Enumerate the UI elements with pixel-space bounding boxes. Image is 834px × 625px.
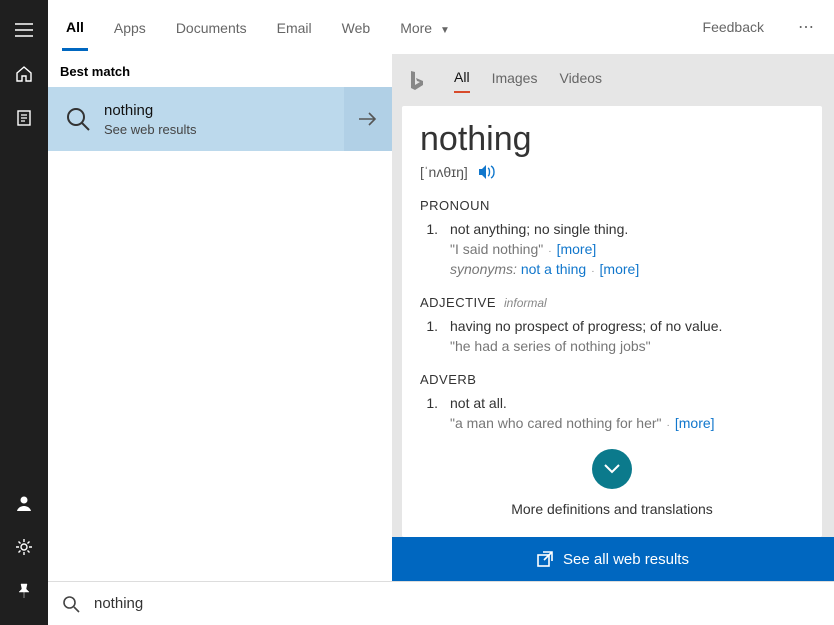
more-link[interactable]: [more] [557,241,597,257]
chevron-down-icon: ▼ [440,25,450,36]
bing-logo-icon [408,70,426,92]
feedback-link[interactable]: Feedback [703,19,770,35]
example-text: "a man who cared nothing for her" [450,415,662,431]
dictionary-word: nothing [420,120,804,159]
expand-section: More definitions and translations [420,449,804,517]
synonym-link[interactable]: not a thing [521,261,586,277]
more-link[interactable]: [more] [600,261,640,277]
result-title: nothing [104,102,197,119]
settings-icon[interactable] [0,525,48,569]
open-preview-button[interactable] [344,87,392,151]
content-area: Best match nothing See web results [48,54,834,581]
tab-all[interactable]: All [62,3,88,51]
more-options-icon[interactable]: ⋯ [792,17,820,37]
more-definitions-text: More definitions and translations [420,501,804,517]
speaker-icon[interactable] [478,164,496,180]
tab-apps[interactable]: Apps [110,4,150,49]
hamburger-icon[interactable] [0,8,48,52]
tab-email[interactable]: Email [273,4,316,49]
dictionary-card: nothing [ˈnʌθɪŋ] PRONOUN 1. not anything… [402,106,822,537]
timeline-icon[interactable] [0,96,48,140]
tab-more[interactable]: More ▼ [396,4,454,49]
example-text: "I said nothing" [450,241,543,257]
external-link-icon [537,551,553,567]
definition-text: not anything; no single thing. [450,221,628,237]
pos-adverb: ADVERB [420,372,804,387]
see-all-web-results-button[interactable]: See all web results [392,537,834,581]
definition-2: 1. having no prospect of progress; of no… [420,318,804,354]
see-all-label: See all web results [563,551,689,568]
tab-web[interactable]: Web [338,4,375,49]
search-bar [48,581,834,625]
search-category-tabs: All Apps Documents Email Web More ▼ Feed… [48,0,834,54]
search-icon [62,595,80,613]
bing-tabs: All Images Videos [402,60,822,102]
bing-tab-videos[interactable]: Videos [559,70,602,92]
left-navigation-rail [0,0,48,625]
home-icon[interactable] [0,52,48,96]
synonyms-label: synonyms: [450,261,517,277]
definition-1: 1. not anything; no single thing. "I sai… [420,221,804,277]
definition-text: having no prospect of progress; of no va… [450,318,722,334]
more-link[interactable]: [more] [675,415,715,431]
pronunciation-text: [ˈnʌθɪŋ] [420,164,468,180]
search-icon [58,99,98,139]
result-subtitle: See web results [104,122,197,137]
results-column: Best match nothing See web results [48,54,392,581]
pos-pronoun: PRONOUN [420,198,804,213]
search-input[interactable] [94,595,820,612]
main-column: All Apps Documents Email Web More ▼ Feed… [48,0,834,625]
tab-more-label: More [400,20,432,36]
pin-icon[interactable] [0,569,48,613]
result-row: nothing See web results [48,87,392,151]
expand-button[interactable] [592,449,632,489]
bing-tab-all[interactable]: All [454,69,470,93]
informal-label: informal [504,296,547,310]
preview-column: All Images Videos nothing [ˈnʌθɪŋ] PRONO… [392,54,834,581]
result-web-search[interactable]: nothing See web results [48,87,344,151]
pos-adjective: ADJECTIVEinformal [420,295,804,310]
definition-3: 1. not at all. "a man who cared nothing … [420,395,804,431]
user-icon[interactable] [0,481,48,525]
best-match-header: Best match [48,54,392,87]
definition-text: not at all. [450,395,507,411]
example-text: "he had a series of nothing jobs" [450,338,804,354]
bing-tab-images[interactable]: Images [492,70,538,92]
tab-documents[interactable]: Documents [172,4,251,49]
